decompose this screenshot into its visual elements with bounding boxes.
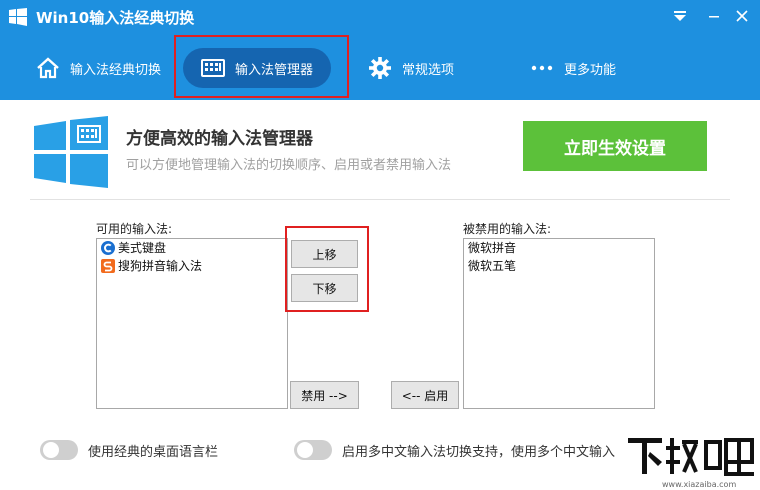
list-item[interactable]: 微软拼音 xyxy=(464,239,654,257)
app-logo-icon xyxy=(9,8,27,26)
disabled-ime-label: 被禁用的输入法: xyxy=(463,222,552,236)
available-ime-list[interactable]: 美式键盘 搜狗拼音输入法 xyxy=(96,238,288,409)
classic-langbar-toggle[interactable] xyxy=(40,440,78,460)
toggle-knob xyxy=(43,442,59,458)
list-item[interactable]: 搜狗拼音输入法 xyxy=(97,257,287,275)
divider xyxy=(30,199,730,200)
classic-langbar-label: 使用经典的桌面语言栏 xyxy=(88,444,219,460)
available-ime-label: 可用的输入法: xyxy=(96,222,173,236)
toggle-knob xyxy=(297,442,313,458)
tab-general-options[interactable]: 常规选项 xyxy=(368,48,454,88)
tab-label: 更多功能 xyxy=(564,62,617,78)
windows-keyboard-logo-icon xyxy=(34,116,108,188)
hero-title: 方便高效的输入法管理器 xyxy=(126,129,313,149)
list-item[interactable]: 微软五笔 xyxy=(464,257,654,275)
multi-chinese-toggle[interactable] xyxy=(294,440,332,460)
list-item-label: 微软拼音 xyxy=(468,241,517,255)
more-icon xyxy=(530,56,554,80)
tab-label: 输入法经典切换 xyxy=(70,62,162,78)
hero-subtitle: 可以方便地管理输入法的切换顺序、启用或者禁用输入法 xyxy=(126,158,452,173)
classic-langbar-option[interactable]: 使用经典的桌面语言栏 xyxy=(40,439,218,461)
multi-chinese-option[interactable]: 启用多中文输入法切换支持，使用多个中文输入 xyxy=(294,439,624,461)
apply-settings-button[interactable]: 立即生效设置 xyxy=(523,121,707,171)
multi-chinese-label: 启用多中文输入法切换支持，使用多个中文输入 xyxy=(342,444,616,460)
minimize-icon[interactable] xyxy=(702,4,726,28)
tab-label: 常规选项 xyxy=(402,62,455,78)
dropdown-menu-icon[interactable] xyxy=(668,4,692,28)
list-item[interactable]: 美式键盘 xyxy=(97,239,287,257)
tab-more-features[interactable]: 更多功能 xyxy=(530,48,616,88)
list-item-label: 搜狗拼音输入法 xyxy=(118,259,203,273)
gear-icon xyxy=(368,56,392,80)
close-icon[interactable] xyxy=(730,4,754,28)
tab-bar: 输入法经典切换 输入法管理器 常规选项 更多功能 xyxy=(0,48,760,88)
us-keyboard-icon xyxy=(101,241,115,255)
highlight-box-move-buttons xyxy=(285,226,369,312)
disable-button[interactable]: 禁用 --> xyxy=(290,381,359,409)
enable-button[interactable]: <-- 启用 xyxy=(391,381,459,409)
tab-classic-switch[interactable]: 输入法经典切换 xyxy=(36,48,161,88)
disabled-ime-list[interactable]: 微软拼音 微软五笔 xyxy=(463,238,655,409)
svg-text:www.xiazaiba.com: www.xiazaiba.com xyxy=(662,480,736,489)
sogou-icon xyxy=(101,259,115,273)
window-title: Win10输入法经典切换 xyxy=(36,9,195,27)
list-item-label: 美式键盘 xyxy=(118,241,167,255)
highlight-box-tab xyxy=(174,35,349,98)
list-item-label: 微软五笔 xyxy=(468,259,517,273)
header-bar: Win10输入法经典切换 输入法经典切换 输入法管理器 常规选项 更多功能 xyxy=(0,0,760,100)
home-icon xyxy=(36,56,60,80)
watermark-logo-icon: www.xiazaiba.com xyxy=(622,432,760,490)
